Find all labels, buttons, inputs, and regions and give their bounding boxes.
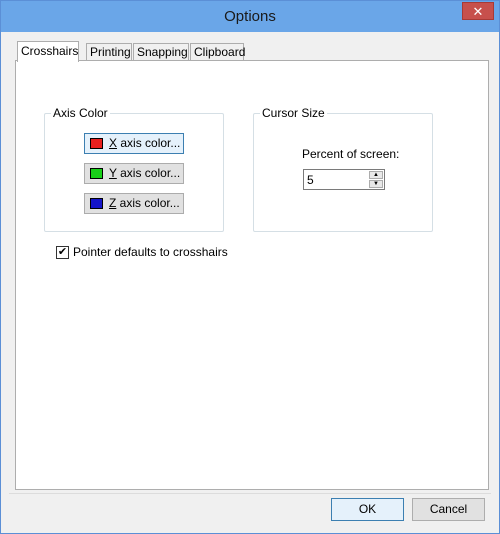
percent-of-screen-label: Percent of screen: (302, 147, 400, 161)
tab-snapping[interactable]: Snapping (133, 43, 189, 60)
x-color-swatch (90, 138, 103, 149)
window-title: Options (224, 8, 276, 25)
close-button[interactable]: ✕ (462, 2, 494, 20)
y-accelerator: Y (109, 166, 117, 180)
cursor-size-spinner[interactable]: 5 ▲ ▼ (303, 169, 385, 190)
cursor-size-value[interactable]: 5 (307, 173, 314, 187)
pointer-defaults-label[interactable]: Pointer defaults to crosshairs (73, 245, 228, 259)
axis-color-group-label: Axis Color (51, 106, 110, 120)
x-accelerator: X (109, 136, 118, 150)
y-axis-color-label: Y axis color... (109, 164, 180, 183)
checkmark-icon: ✔ (57, 246, 68, 258)
cursor-size-group-label: Cursor Size (260, 106, 327, 120)
spin-down-arrow-icon[interactable]: ▼ (369, 180, 383, 188)
x-axis-color-button[interactable]: X axis color... (84, 133, 184, 154)
cancel-button[interactable]: Cancel (412, 498, 485, 521)
axis-color-group: Axis Color X axis color... Y axis color.… (44, 106, 224, 232)
z-color-swatch (90, 198, 103, 209)
spin-up-arrow-icon[interactable]: ▲ (369, 171, 383, 179)
y-axis-color-button[interactable]: Y axis color... (84, 163, 184, 184)
x-label-rest: axis color... (117, 136, 181, 150)
cursor-size-group: Cursor Size Percent of screen: 5 ▲ ▼ (253, 106, 433, 232)
dialog-client-area: Crosshairs Printing Snapping Clipboard A… (9, 32, 491, 493)
z-axis-color-button[interactable]: Z axis color... (84, 193, 184, 214)
tab-crosshairs[interactable]: Crosshairs (17, 41, 79, 62)
tab-clipboard[interactable]: Clipboard (190, 43, 245, 60)
spinner-arrows: ▲ ▼ (369, 171, 383, 188)
footer-separator (9, 493, 491, 494)
options-dialog: Options ✕ Crosshairs Printing Snapping C… (0, 0, 500, 534)
ok-button[interactable]: OK (331, 498, 404, 521)
tab-printing[interactable]: Printing (86, 43, 132, 60)
y-label-rest: axis color... (116, 166, 181, 180)
y-color-swatch (90, 168, 103, 179)
title-bar[interactable]: Options ✕ (1, 1, 499, 32)
crosshairs-panel: Axis Color X axis color... Y axis color.… (15, 60, 489, 490)
z-axis-color-label: Z axis color... (109, 194, 180, 213)
x-axis-color-label: X axis color... (109, 134, 180, 153)
pointer-defaults-checkbox[interactable]: ✔ (56, 246, 69, 259)
z-label-rest: axis color... (116, 196, 180, 210)
